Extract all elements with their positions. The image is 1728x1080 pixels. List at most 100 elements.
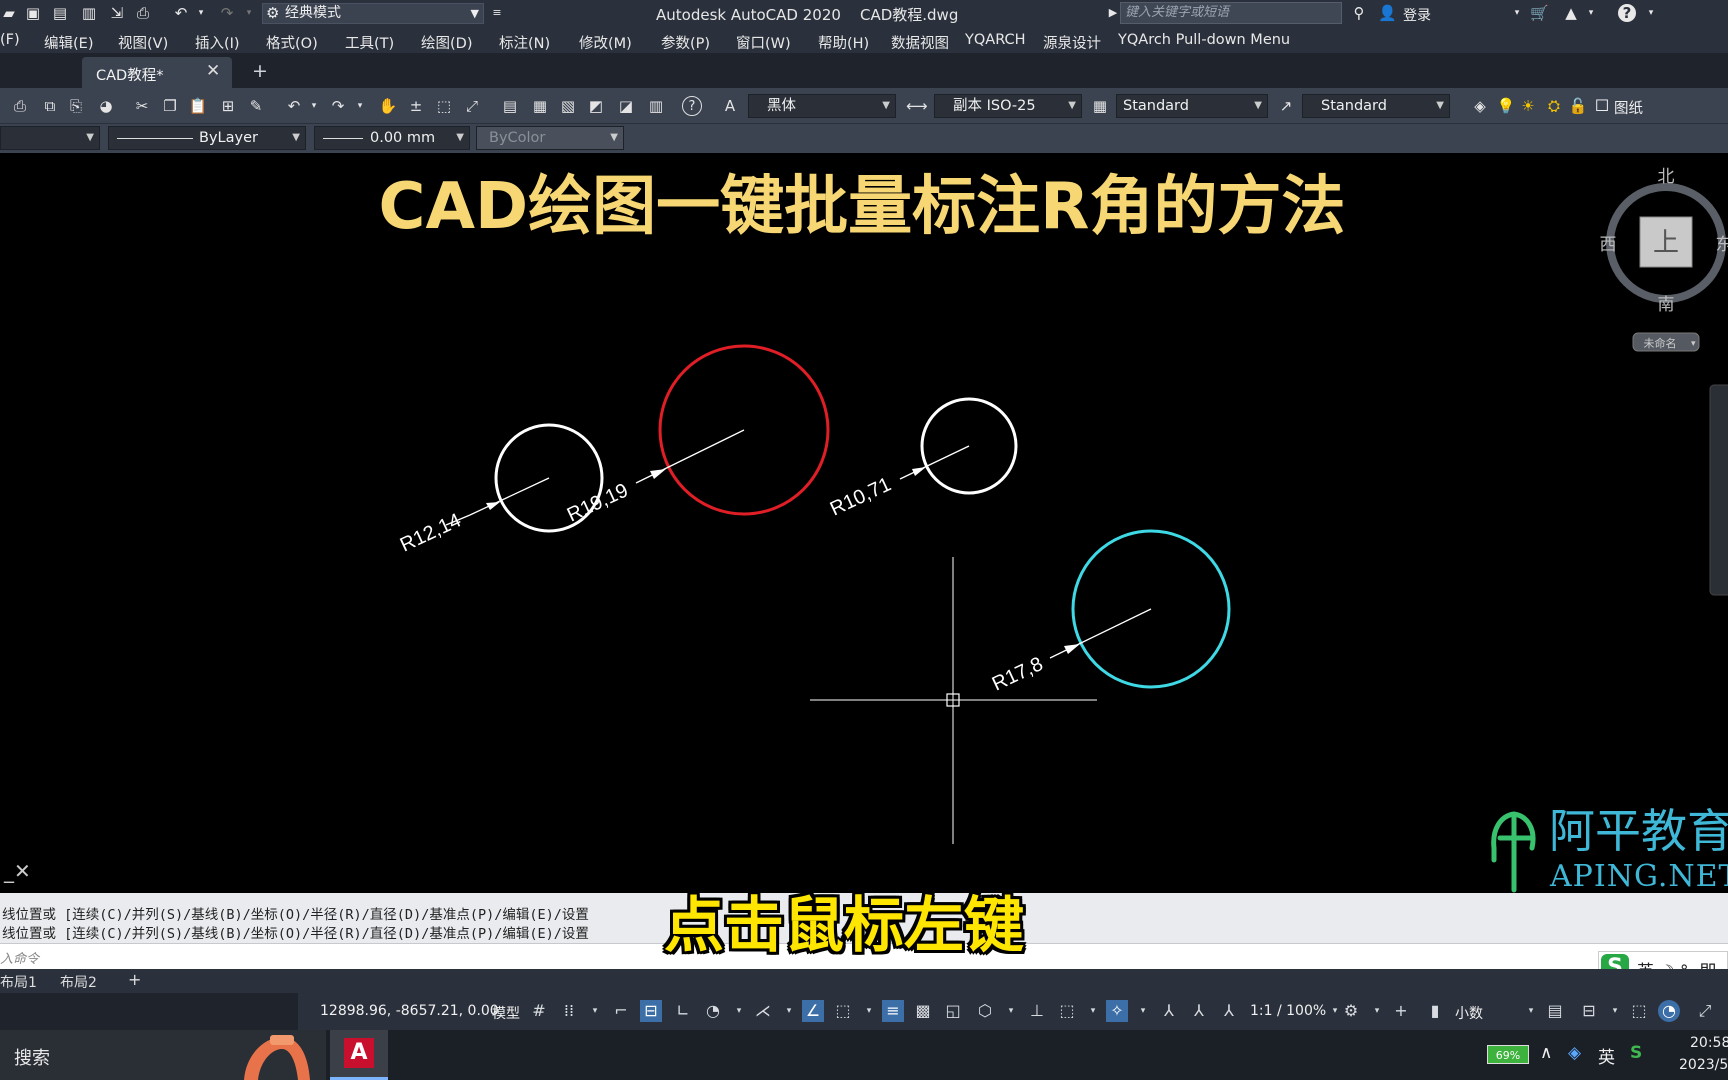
menu-edit[interactable]: 编辑(E) <box>44 32 93 53</box>
new-tab-button[interactable]: + <box>252 60 268 82</box>
color-select[interactable]: ▼ <box>0 126 100 150</box>
save-as-icon[interactable]: ▤ <box>51 4 69 22</box>
menu-data-view[interactable]: 数据视图 <box>891 32 949 53</box>
menu-window[interactable]: 窗口(W) <box>736 32 791 53</box>
plot-icon[interactable]: ▥ <box>80 4 98 22</box>
text-style-select[interactable]: 黑体 ▼ <box>748 94 896 118</box>
undo-dropdown-icon[interactable]: ▾ <box>192 4 210 22</box>
layer-unlock-icon[interactable]: 🔓 <box>1568 96 1588 116</box>
help-icon[interactable]: ? <box>1618 4 1636 22</box>
zoom-realtime-icon[interactable]: ± <box>406 96 426 116</box>
tool-palettes-icon[interactable]: ▧ <box>558 96 578 116</box>
menu-view[interactable]: 视图(V) <box>118 32 168 53</box>
table-style-icon[interactable]: ▦ <box>1090 96 1110 116</box>
menu-file[interactable]: (F) <box>0 32 20 48</box>
menu-parametric[interactable]: 参数(P) <box>661 32 710 53</box>
dim-text[interactable]: R10,71 <box>827 473 895 520</box>
customize-qat-icon[interactable]: ≡ <box>488 4 506 22</box>
open-file-icon[interactable]: ▰ <box>0 4 18 22</box>
menu-format[interactable]: 格式(O) <box>266 32 318 53</box>
polar-tracking-icon[interactable]: ◔ <box>702 1000 724 1022</box>
cut-icon[interactable]: ✂ <box>132 96 152 116</box>
menu-modify[interactable]: 修改(M) <box>579 32 632 53</box>
match-properties-icon[interactable]: ⊞ <box>218 96 238 116</box>
annotation-visibility-icon[interactable]: ⅄ <box>1158 1000 1180 1022</box>
menu-yuanquan[interactable]: 源泉设计 <box>1043 32 1101 53</box>
menu-insert[interactable]: 插入(I) <box>195 32 240 53</box>
hardware-acceleration-icon[interactable]: ◔ <box>1658 1000 1680 1022</box>
binoculars-icon[interactable]: ⚲ <box>1350 4 1368 22</box>
auto-scale-icon[interactable]: ⅄ <box>1188 1000 1210 1022</box>
clock-time[interactable]: 20:58 <box>1690 1035 1728 1051</box>
redo-icon[interactable]: ↷ <box>218 4 236 22</box>
plot-preview-icon[interactable]: ⧉ <box>40 96 60 116</box>
layer-thaw-icon[interactable]: ☀ <box>1518 96 1538 116</box>
redo-dropdown-icon[interactable]: ▾ <box>350 96 370 116</box>
redo-dropdown-icon[interactable]: ▾ <box>240 4 258 22</box>
viewcube-west[interactable]: 西 <box>1600 235 1617 255</box>
isodraft-icon[interactable]: ⋌ <box>752 1000 774 1022</box>
text-style-icon[interactable]: A <box>720 96 740 116</box>
menu-tools[interactable]: 工具(T) <box>345 32 394 53</box>
a360-dropdown-icon[interactable]: ▾ <box>1582 4 1600 22</box>
dim-text[interactable]: R12,14 <box>397 509 465 556</box>
zoom-previous-icon[interactable]: ⤢ <box>462 96 482 116</box>
command-input[interactable]: 入命令 <box>0 948 39 967</box>
units-readout[interactable]: 小数 <box>1455 1003 1483 1023</box>
help-dropdown-icon[interactable]: ▾ <box>1642 4 1660 22</box>
drawing-canvas[interactable]: CAD绘图一键批量标注R角的方法 R12,14 R19,19 R10,71 R1… <box>0 153 1728 893</box>
dim-style-icon[interactable]: ⟷ <box>906 96 928 116</box>
snap-icon[interactable]: ⁞⁞ <box>558 1000 580 1022</box>
copy-icon[interactable]: ❐ <box>160 96 180 116</box>
multileader-style-select[interactable]: Standard ▼ <box>1302 94 1450 118</box>
workspace-dropdown-icon[interactable]: ▾ <box>1366 1000 1388 1022</box>
selection-filter-icon[interactable]: ⬚ <box>1056 1000 1078 1022</box>
isodraft-dropdown-icon[interactable]: ▾ <box>778 1000 800 1022</box>
close-icon[interactable]: ✕ <box>206 61 220 81</box>
layer-properties-icon[interactable]: ◈ <box>1470 96 1490 116</box>
menu-draw[interactable]: 绘图(D) <box>421 32 472 53</box>
layer-name[interactable]: 图纸 <box>1614 97 1643 118</box>
save-icon[interactable]: ▣ <box>24 4 42 22</box>
dynamic-ucs-icon[interactable]: ⊥ <box>1026 1000 1048 1022</box>
coordinate-readout[interactable]: 12898.96, -8657.21, 0.00 <box>320 1003 499 1019</box>
taskbar-autocad[interactable]: A <box>330 1030 388 1080</box>
layer-color-swatch[interactable]: ☐ <box>1592 96 1612 116</box>
annotation-monitor-icon[interactable]: + <box>1390 1000 1412 1022</box>
annotation-scale-icon[interactable]: ⅄ <box>1218 1000 1240 1022</box>
taskbar-search[interactable]: 搜索 <box>0 1030 326 1080</box>
object-snap-tracking-icon[interactable]: ∠ <box>802 1000 824 1022</box>
dim-style-select[interactable]: 副本 ISO-25 ▼ <box>934 94 1082 118</box>
gizmo-dropdown-icon[interactable]: ▾ <box>1132 1000 1154 1022</box>
redo-icon[interactable]: ↷ <box>328 96 348 116</box>
add-layout-button[interactable]: + <box>128 970 141 989</box>
undo-icon[interactable]: ↶ <box>172 4 190 22</box>
design-center-icon[interactable]: ▦ <box>530 96 550 116</box>
tab-layout1[interactable]: 布局1 <box>0 972 37 992</box>
battery-indicator[interactable]: 69% <box>1487 1045 1529 1064</box>
viewcube-north[interactable]: 北 <box>1658 167 1675 187</box>
clock-date[interactable]: 2023/5 <box>1679 1057 1728 1073</box>
viewcube[interactable]: 上 北 南 西 东 未命名 ▾ <box>1600 167 1728 352</box>
menu-dimension[interactable]: 标注(N) <box>499 32 550 53</box>
table-style-select[interactable]: Standard ▼ <box>1116 94 1268 118</box>
cart-icon[interactable]: 🛒 <box>1530 4 1549 22</box>
tray-app-icon[interactable]: ◈ <box>1568 1043 1581 1063</box>
quick-properties-icon[interactable]: ▤ <box>1544 1000 1566 1022</box>
dynamic-input-icon[interactable]: ⊟ <box>640 1000 662 1022</box>
ortho-icon[interactable]: ∟ <box>672 1000 694 1022</box>
sheet-set-icon[interactable]: ◩ <box>586 96 606 116</box>
units-icon[interactable]: ▮ <box>1424 1000 1446 1022</box>
model-space-button[interactable]: 模型 <box>492 1003 520 1023</box>
layer-on-icon[interactable]: 💡 <box>1496 96 1516 116</box>
circle-r19[interactable]: R19,19 <box>564 344 830 527</box>
calculator-icon[interactable]: ▥ <box>646 96 666 116</box>
undo-dropdown-icon[interactable]: ▾ <box>304 96 324 116</box>
dim-text[interactable]: R17,8 <box>989 653 1047 695</box>
3d-osnap-icon[interactable]: ⬡ <box>974 1000 996 1022</box>
lock-ui-icon[interactable]: ⊟ <box>1578 1000 1600 1022</box>
layer-vp-freeze-icon[interactable]: ⛭ <box>1544 96 1564 116</box>
undo-icon[interactable]: ↶ <box>284 96 304 116</box>
autodesk-a360-icon[interactable]: ▲ <box>1562 4 1580 22</box>
snap-dropdown-icon[interactable]: ▾ <box>584 1000 606 1022</box>
